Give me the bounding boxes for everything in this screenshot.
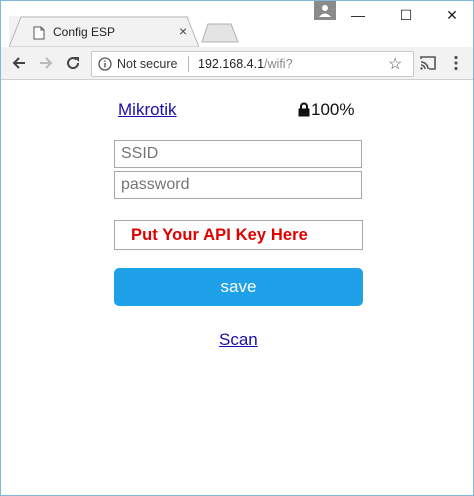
minimize-button[interactable]: — <box>341 1 375 29</box>
back-arrow-icon <box>12 57 25 69</box>
person-icon <box>319 5 331 17</box>
url-host: 192.168.4.1 <box>198 57 265 71</box>
password-input[interactable] <box>114 171 362 199</box>
info-icon[interactable] <box>98 57 112 71</box>
address-divider <box>188 56 189 72</box>
close-window-button[interactable]: ✕ <box>435 1 469 29</box>
network-link-mikrotik[interactable]: Mikrotik <box>118 100 177 120</box>
back-button[interactable] <box>9 53 29 73</box>
reload-button[interactable] <box>63 53 83 73</box>
signal-strength: 100% <box>311 100 355 119</box>
security-status[interactable]: Not secure <box>117 57 177 71</box>
tab-close-icon[interactable]: × <box>179 24 187 38</box>
tab-config-esp[interactable]: Config ESP × <box>9 16 199 48</box>
cast-icon[interactable] <box>419 55 437 71</box>
address-bar[interactable]: Not secure 192.168.4.1/wifi? ☆ <box>91 51 414 77</box>
scan-link[interactable]: Scan <box>219 330 258 350</box>
network-signal: 100% <box>298 100 354 120</box>
api-key-input[interactable]: Put Your API Key Here <box>114 220 363 250</box>
forward-arrow-icon <box>40 57 53 69</box>
save-button[interactable]: save <box>114 268 363 306</box>
lock-icon <box>298 102 310 117</box>
reload-icon <box>67 57 80 70</box>
browser-window: Config ESP × — ☐ ✕ Not secure 192.168.4.… <box>0 0 474 496</box>
forward-button[interactable] <box>36 53 56 73</box>
page-icon <box>33 26 45 40</box>
bookmark-star-icon[interactable]: ☆ <box>388 54 402 74</box>
api-key-text: Put Your API Key Here <box>131 226 308 244</box>
ssid-input[interactable] <box>114 140 362 168</box>
browser-toolbar: Not secure 192.168.4.1/wifi? ☆ <box>1 47 473 80</box>
maximize-button[interactable]: ☐ <box>389 1 423 29</box>
url-path: /wifi? <box>264 57 293 71</box>
url-text[interactable]: 192.168.4.1/wifi? <box>198 57 293 71</box>
more-menu-icon[interactable] <box>453 55 459 71</box>
tab-strip: Config ESP × — ☐ ✕ <box>1 1 473 48</box>
new-tab-button[interactable] <box>201 23 239 43</box>
page-content: Mikrotik 100% Put Your API Key Here save… <box>1 80 473 495</box>
tab-title: Config ESP <box>53 25 116 39</box>
profile-button[interactable] <box>314 1 336 20</box>
